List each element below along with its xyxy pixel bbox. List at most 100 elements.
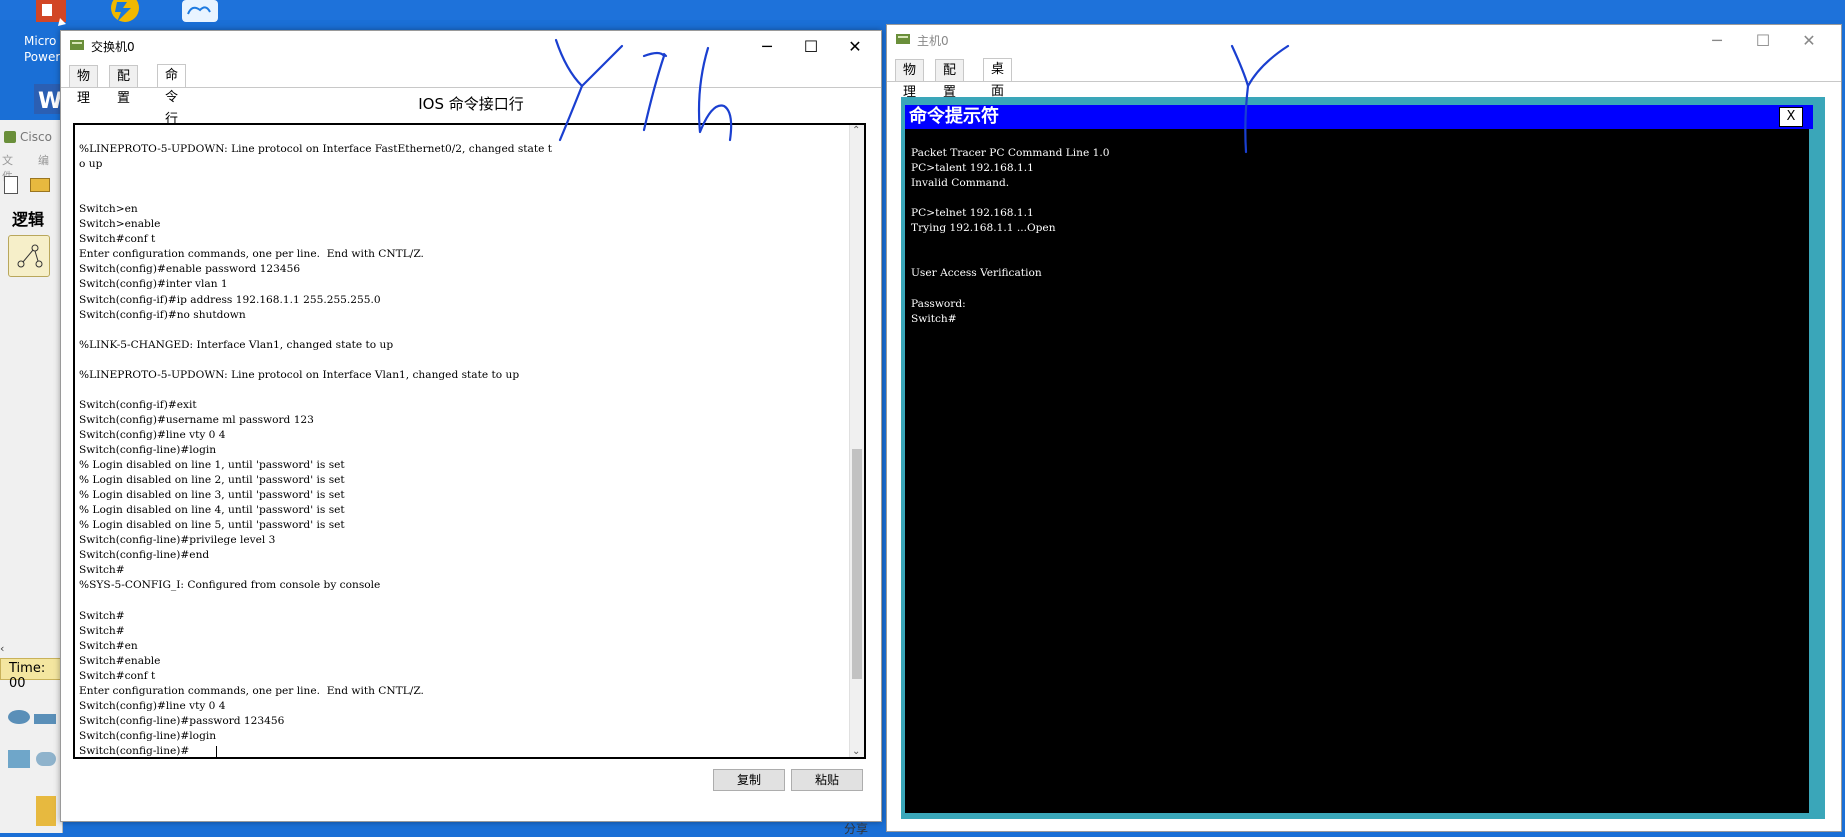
terminal-line: Switch(config-line)#password 123456: [79, 714, 285, 727]
terminal-line: % Login disabled on line 1, until 'passw…: [79, 459, 345, 472]
terminal-line: Switch(config)#username ml password 123: [79, 413, 314, 426]
tab-physical[interactable]: 物理: [69, 65, 99, 106]
tab-desktop[interactable]: 桌面: [983, 58, 1013, 99]
command-prompt-line: Switch#: [911, 312, 957, 325]
command-prompt-line: Trying 192.168.1.1 ...Open: [911, 222, 1056, 235]
cloud-desktop-icon[interactable]: [178, 0, 222, 28]
terminal-line: % Login disabled on line 2, until 'passw…: [79, 474, 345, 487]
terminal-line: Switch(config)#line vty 0 4: [79, 428, 226, 441]
terminal-line: Enter configuration commands, one per li…: [79, 248, 424, 261]
scroll-down-icon[interactable]: ⌄: [852, 746, 860, 757]
close-button[interactable]: ✕: [841, 35, 869, 59]
command-prompt-close-button[interactable]: X: [1779, 107, 1803, 127]
scroll-up-icon[interactable]: ⌃: [852, 125, 860, 136]
select-tool-icon[interactable]: [8, 235, 50, 277]
switch-app-icon: [69, 37, 85, 53]
tab-physical[interactable]: 物理: [895, 59, 925, 100]
terminal-line: Switch(config-line)#login: [79, 729, 217, 742]
powerpoint-desktop-icon[interactable]: [30, 0, 74, 28]
share-label: 分享: [844, 822, 869, 836]
command-prompt-line: Password:: [911, 297, 966, 310]
switch-window-title: 交换机0: [91, 40, 135, 54]
scrollbar-thumb[interactable]: [852, 449, 862, 680]
terminal-line: Switch(config)#enable password 123456: [79, 263, 301, 276]
cisco-title-bar: Cisco: [0, 128, 62, 148]
cli-terminal[interactable]: %LINEPROTO-5-UPDOWN: Line protocol on In…: [73, 123, 866, 759]
terminal-line: Switch#: [79, 624, 125, 637]
tab-divider: [61, 87, 881, 88]
cisco-title: Cisco: [20, 130, 52, 144]
tab-cli[interactable]: 命令行: [157, 64, 187, 127]
shortcut-desktop-icon[interactable]: [103, 0, 147, 28]
command-prompt-line: Packet Tracer PC Command Line 1.0: [911, 147, 1110, 159]
terminal-line: Enter configuration commands, one per li…: [79, 684, 424, 697]
terminal-line: Switch(config-if)#ip address 192.168.1.1…: [79, 293, 381, 306]
terminal-line: Switch(config)#line vty 0 4: [79, 699, 226, 712]
terminal-line: % Login disabled on line 4, until 'passw…: [79, 504, 345, 517]
minimize-button[interactable]: ─: [753, 35, 781, 59]
new-file-icon[interactable]: [4, 176, 18, 194]
device-switch-icon[interactable]: [34, 714, 56, 724]
terminal-line: Switch(config-line)#: [79, 745, 190, 757]
pc-window: 主机0 ─ ☐ ✕ 物理 配置 桌面 命令提示符 X Packet Tracer…: [886, 24, 1842, 832]
terminal-line: Switch#conf t: [79, 233, 156, 246]
device-cloud-icon[interactable]: [36, 752, 56, 766]
terminal-line: Switch#: [79, 564, 125, 577]
terminal-scrollbar[interactable]: ⌃ ⌄: [849, 125, 864, 757]
command-prompt-line: PC>telnet 192.168.1.1: [911, 207, 1034, 220]
maximize-button[interactable]: ☐: [1749, 29, 1777, 53]
command-prompt-line: Invalid Command.: [911, 177, 1010, 190]
terminal-line: Switch>enable: [79, 218, 161, 231]
switch-title-bar[interactable]: 交换机0 ─ ☐ ✕: [61, 31, 881, 63]
terminal-line: o up: [79, 158, 103, 171]
open-folder-icon[interactable]: [30, 178, 50, 192]
command-prompt-line: PC>talent 192.168.1.1: [911, 162, 1034, 175]
pc-desktop-area: 命令提示符 X Packet Tracer PC Command Line 1.…: [901, 97, 1825, 819]
time-display: Time: 00: [0, 658, 62, 691]
cisco-app-icon: [4, 131, 16, 143]
terminal-line: Switch#conf t: [79, 669, 156, 682]
cisco-toolbar: [0, 174, 62, 194]
tab-divider: [887, 81, 1841, 82]
maximize-button[interactable]: ☐: [797, 35, 825, 59]
svg-text:W: W: [38, 89, 62, 114]
terminal-line: % Login disabled on line 3, until 'passw…: [79, 489, 345, 502]
folder-icon[interactable]: [36, 796, 56, 826]
menu-edit[interactable]: 编: [38, 152, 49, 168]
terminal-line: Switch#enable: [79, 654, 161, 667]
close-button[interactable]: ✕: [1795, 29, 1823, 53]
device-pc-icon[interactable]: [8, 750, 30, 768]
terminal-line: Switch(config-line)#login: [79, 444, 217, 456]
terminal-line: Switch(config-line)#end: [79, 549, 210, 562]
pc-title-bar[interactable]: 主机0 ─ ☐ ✕: [887, 25, 1841, 57]
terminal-line: Switch>en: [79, 203, 138, 216]
paste-button[interactable]: 粘贴: [791, 769, 863, 791]
copy-button[interactable]: 复制: [713, 769, 785, 791]
tab-config[interactable]: 配置: [109, 65, 139, 106]
terminal-line: %SYS-5-CONFIG_I: Configured from console…: [79, 579, 381, 592]
terminal-line: %LINK-5-CHANGED: Interface Vlan1, change…: [79, 338, 394, 351]
command-prompt-terminal[interactable]: Packet Tracer PC Command Line 1.0 PC>tale…: [905, 129, 1809, 813]
terminal-line: Switch(config-if)#no shutdown: [79, 308, 246, 321]
command-prompt-title: 命令提示符: [905, 105, 1813, 129]
desktop-background: [0, 0, 1845, 20]
desktop-icon-label: Micro: [24, 34, 57, 48]
minimize-button[interactable]: ─: [1703, 29, 1731, 53]
logical-tab-label[interactable]: 逻辑: [12, 206, 44, 230]
terminal-line: Switch(config)#inter vlan 1: [79, 278, 228, 291]
text-cursor: [216, 746, 217, 757]
pc-window-title: 主机0: [917, 34, 949, 48]
terminal-line: %LINEPROTO-5-UPDOWN: Line protocol on In…: [79, 143, 553, 155]
pc-app-icon: [895, 31, 911, 47]
terminal-line: Switch#en: [79, 639, 138, 652]
device-router-icon[interactable]: [8, 710, 30, 724]
terminal-line: Switch#: [79, 609, 125, 622]
desktop-icon-label: Power: [24, 50, 61, 64]
switch-window: 交换机0 ─ ☐ ✕ 物理 配置 命令行 IOS 命令接口行 %LINEPROT…: [60, 30, 882, 822]
tab-config[interactable]: 配置: [935, 59, 965, 100]
terminal-line: % Login disabled on line 5, until 'passw…: [79, 519, 345, 532]
horizontal-scrollbar[interactable]: ‹: [0, 642, 62, 656]
command-prompt-line: User Access Verification: [911, 267, 1042, 280]
cisco-main-window: Cisco 文件 编 逻辑 ‹ Time: 00: [0, 120, 63, 833]
terminal-line: %LINEPROTO-5-UPDOWN: Line protocol on In…: [79, 368, 520, 381]
